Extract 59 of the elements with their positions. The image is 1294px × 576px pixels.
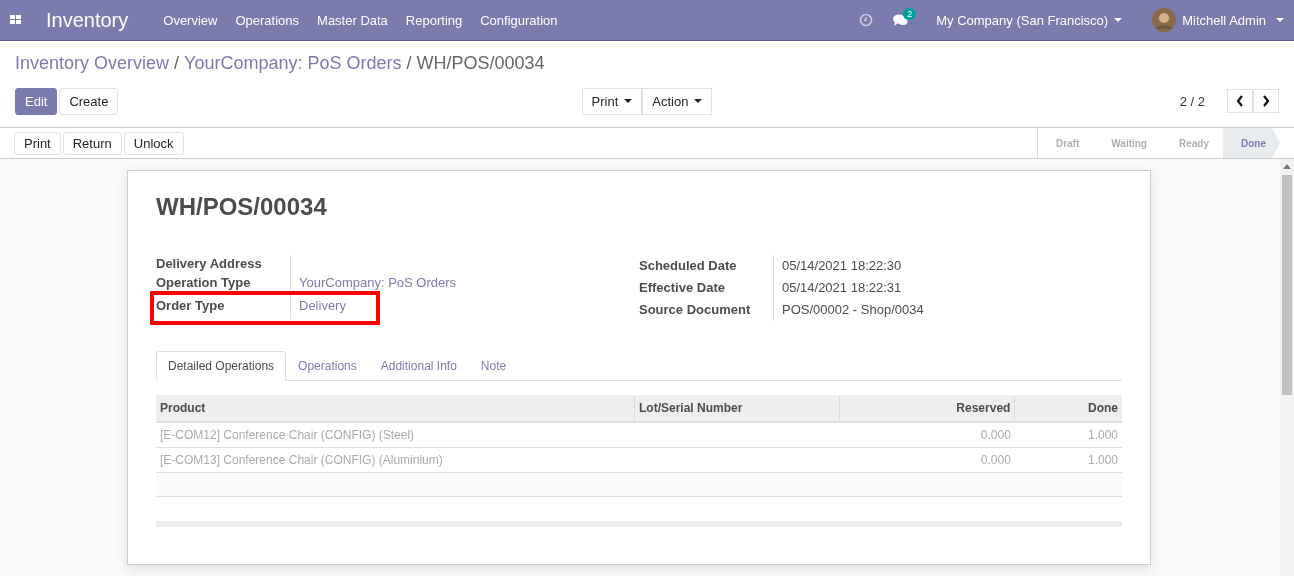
column-header[interactable]: Reserved: [839, 395, 1015, 422]
field-value: 05/14/2021 18:22:30: [781, 257, 903, 275]
field-value: 05/14/2021 18:22:31: [781, 279, 903, 297]
next-button[interactable]: [1253, 89, 1279, 113]
user-menu[interactable]: Mitchell Admin: [1182, 12, 1266, 28]
header-button[interactable]: Print: [14, 131, 61, 155]
scroll-up-icon[interactable]: [1283, 163, 1291, 169]
field-label: Operation Type: [156, 274, 291, 293]
avatar-icon: [1152, 8, 1177, 32]
header-button[interactable]: Unlock: [123, 131, 184, 155]
chat-icon[interactable]: [893, 13, 909, 27]
field-label: Delivery Address: [156, 255, 291, 274]
previous-button[interactable]: [1227, 89, 1253, 113]
scrollbar[interactable]: [1280, 159, 1294, 576]
record-title: WH/POS/00034: [156, 193, 328, 221]
menu-item[interactable]: Reporting: [396, 12, 472, 28]
apps-menu-icon[interactable]: [10, 14, 22, 26]
breadcrumb-link[interactable]: Inventory Overview: [15, 52, 170, 74]
field-value: POS/00002 - Shop/0034: [781, 301, 925, 319]
menu-item[interactable]: Operations: [226, 12, 309, 28]
form-tab[interactable]: Note: [468, 351, 519, 381]
form-tab[interactable]: Detailed Operations: [156, 351, 287, 381]
breadcrumb-separator: /: [174, 52, 180, 74]
message-count-badge: 2: [903, 7, 917, 20]
clock-icon[interactable]: [859, 13, 874, 27]
field-value[interactable]: YourCompany: PoS Orders: [291, 274, 639, 293]
menu-item[interactable]: Configuration: [471, 12, 567, 28]
field-label: Effective Date: [639, 277, 774, 299]
edit-button[interactable]: Edit: [15, 87, 58, 115]
dropdown-button[interactable]: Print: [581, 87, 643, 115]
table-cell: 0.000: [839, 447, 1015, 473]
breadcrumb-link[interactable]: YourCompany: PoS Orders: [184, 52, 402, 74]
breadcrumb-separator: /: [406, 52, 412, 74]
column-header[interactable]: Lot/Serial Number: [634, 395, 840, 422]
column-header[interactable]: Product: [156, 395, 635, 422]
table-cell: [E-COM12] Conference Chair (CONFIG) (Steel): [156, 422, 635, 448]
field-label: Scheduled Date: [639, 255, 774, 277]
dropdown-button[interactable]: Action: [642, 87, 713, 115]
pager-counter: 2 / 2: [1179, 93, 1205, 109]
menu-item[interactable]: Overview: [154, 12, 227, 28]
status-stage[interactable]: Done: [1223, 128, 1280, 158]
field-label: Order Type: [156, 293, 291, 319]
chevron-left-icon: [1236, 95, 1244, 107]
app-name[interactable]: Inventory: [46, 8, 129, 32]
column-header[interactable]: Done: [1014, 395, 1122, 422]
table-cell: 1.000: [1014, 447, 1122, 473]
field-value[interactable]: Delivery: [291, 293, 639, 319]
table-cell: [E-COM13] Conference Chair (CONFIG) (Aluminium): [156, 447, 635, 473]
header-button[interactable]: Return: [62, 131, 122, 155]
form-tab[interactable]: Additional Info: [368, 351, 469, 381]
chevron-right-icon: [1262, 95, 1270, 107]
company-switcher[interactable]: My Company (San Francisco): [926, 12, 1133, 28]
form-tab[interactable]: Operations: [286, 351, 369, 381]
field-label: Source Document: [639, 299, 774, 321]
table-cell: 1.000: [1014, 422, 1122, 448]
breadcrumb-current: WH/POS/00034: [416, 52, 545, 74]
create-button[interactable]: Create: [59, 87, 119, 115]
menu-item[interactable]: Master Data: [308, 12, 397, 28]
table-cell: 0.000: [839, 422, 1015, 448]
